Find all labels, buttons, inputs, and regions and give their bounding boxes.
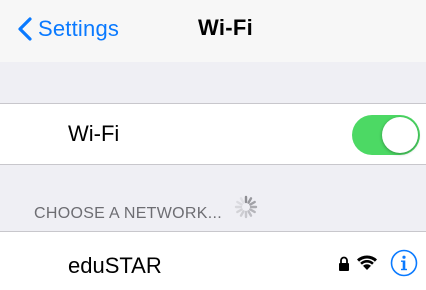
- info-icon[interactable]: [390, 249, 418, 277]
- lock-icon: [338, 256, 350, 272]
- navigation-bar: Settings Wi-Fi: [0, 0, 426, 62]
- wifi-signal-icon: [356, 254, 378, 271]
- network-row-edustar[interactable]: eduSTAR: [0, 232, 426, 290]
- choose-network-label: CHOOSE A NETWORK...: [34, 205, 222, 222]
- toggle-knob: [382, 117, 418, 153]
- back-button-label: Settings: [38, 16, 120, 41]
- page-title: Wi-Fi: [198, 15, 254, 40]
- group-spacer: [0, 62, 426, 104]
- wifi-toggle-switch[interactable]: [352, 115, 420, 155]
- wifi-toggle-label: Wi-Fi: [68, 121, 120, 146]
- network-name: eduSTAR: [68, 253, 162, 278]
- chevron-left-icon: [18, 17, 32, 41]
- activity-spinner-icon: [234, 195, 258, 219]
- back-button[interactable]: Settings: [18, 14, 119, 44]
- wifi-toggle-row: Wi-Fi: [0, 104, 426, 164]
- network-section-header: CHOOSE A NETWORK...: [0, 165, 426, 231]
